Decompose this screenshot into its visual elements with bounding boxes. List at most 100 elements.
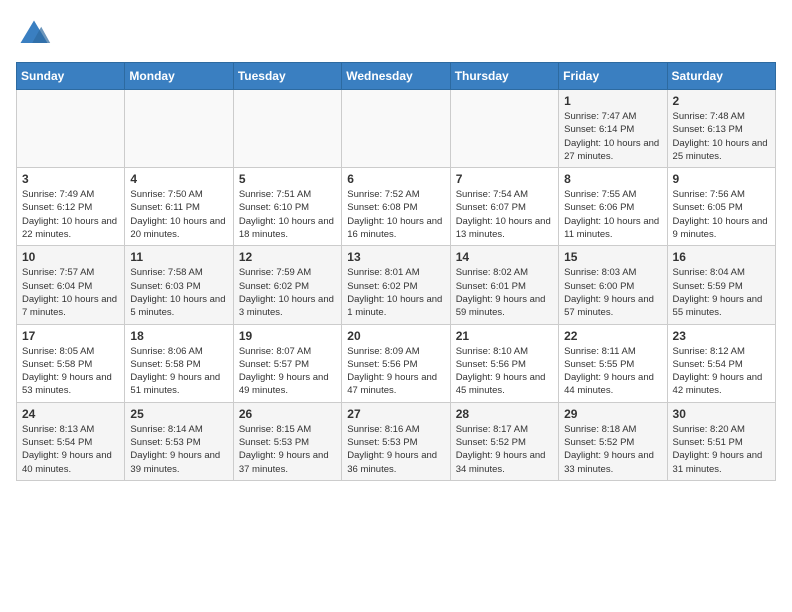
- calendar-cell: 17 Sunrise: 8:05 AM Sunset: 5:58 PM Dayli…: [17, 324, 125, 402]
- day-number: 13: [347, 250, 444, 264]
- day-number: 19: [239, 329, 336, 343]
- day-info: Sunrise: 7:47 AM Sunset: 6:14 PM Dayligh…: [564, 110, 661, 163]
- calendar-cell: 21Sunrise: 8:10 AM Sunset: 5:56 PM Dayli…: [450, 324, 558, 402]
- day-number: 8: [564, 172, 661, 186]
- weekday-header-monday: Monday: [125, 63, 233, 90]
- day-number: 28: [456, 407, 553, 421]
- calendar-cell: [17, 90, 125, 168]
- calendar-cell: 8 Sunrise: 7:55 AM Sunset: 6:06 PM Daylig…: [559, 168, 667, 246]
- day-info: Sunrise: 8:05 AM Sunset: 5:58 PM Dayligh…: [22, 345, 119, 398]
- calendar-cell: 5 Sunrise: 7:51 AM Sunset: 6:10 PM Daylig…: [233, 168, 341, 246]
- calendar-cell: [450, 90, 558, 168]
- calendar-cell: 7 Sunrise: 7:54 AM Sunset: 6:07 PM Daylig…: [450, 168, 558, 246]
- day-number: 4: [130, 172, 227, 186]
- day-info: Sunrise: 7:52 AM Sunset: 6:08 PM Dayligh…: [347, 188, 444, 241]
- day-info: Sunrise: 8:12 AM Sunset: 5:54 PM Dayligh…: [673, 345, 770, 398]
- calendar-cell: 29 Sunrise: 8:18 AM Sunset: 5:52 PM Dayli…: [559, 402, 667, 480]
- day-info: Sunrise: 7:57 AM Sunset: 6:04 PM Dayligh…: [22, 266, 119, 319]
- day-number: 18: [130, 329, 227, 343]
- day-info: Sunrise: 7:59 AM Sunset: 6:02 PM Dayligh…: [239, 266, 336, 319]
- calendar-cell: 13 Sunrise: 8:01 AM Sunset: 6:02 PM Dayli…: [342, 246, 450, 324]
- calendar-cell: [125, 90, 233, 168]
- calendar-week-1: 1Sunrise: 7:47 AM Sunset: 6:14 PM Daylig…: [17, 90, 776, 168]
- calendar-week-4: 17 Sunrise: 8:05 AM Sunset: 5:58 PM Dayli…: [17, 324, 776, 402]
- day-info: Sunrise: 8:01 AM Sunset: 6:02 PM Dayligh…: [347, 266, 444, 319]
- weekday-header-tuesday: Tuesday: [233, 63, 341, 90]
- day-info: Sunrise: 8:20 AM Sunset: 5:51 PM Dayligh…: [673, 423, 770, 476]
- calendar-cell: 25 Sunrise: 8:14 AM Sunset: 5:53 PM Dayli…: [125, 402, 233, 480]
- calendar-cell: 14 Sunrise: 8:02 AM Sunset: 6:01 PM Dayli…: [450, 246, 558, 324]
- calendar-cell: 22 Sunrise: 8:11 AM Sunset: 5:55 PM Dayli…: [559, 324, 667, 402]
- calendar-cell: 11Sunrise: 7:58 AM Sunset: 6:03 PM Dayli…: [125, 246, 233, 324]
- calendar-cell: 2Sunrise: 7:48 AM Sunset: 6:13 PM Daylig…: [667, 90, 775, 168]
- day-info: Sunrise: 8:11 AM Sunset: 5:55 PM Dayligh…: [564, 345, 661, 398]
- calendar-cell: 23 Sunrise: 8:12 AM Sunset: 5:54 PM Dayli…: [667, 324, 775, 402]
- day-info: Sunrise: 8:17 AM Sunset: 5:52 PM Dayligh…: [456, 423, 553, 476]
- calendar-week-5: 24 Sunrise: 8:13 AM Sunset: 5:54 PM Dayli…: [17, 402, 776, 480]
- day-info: Sunrise: 8:10 AM Sunset: 5:56 PM Dayligh…: [456, 345, 553, 398]
- weekday-header-row: SundayMondayTuesdayWednesdayThursdayFrid…: [17, 63, 776, 90]
- calendar-cell: 10 Sunrise: 7:57 AM Sunset: 6:04 PM Dayli…: [17, 246, 125, 324]
- day-info: Sunrise: 7:49 AM Sunset: 6:12 PM Dayligh…: [22, 188, 119, 241]
- calendar-cell: 26Sunrise: 8:15 AM Sunset: 5:53 PM Dayli…: [233, 402, 341, 480]
- day-number: 7: [456, 172, 553, 186]
- calendar-week-2: 3Sunrise: 7:49 AM Sunset: 6:12 PM Daylig…: [17, 168, 776, 246]
- day-info: Sunrise: 7:54 AM Sunset: 6:07 PM Dayligh…: [456, 188, 553, 241]
- weekday-header-sunday: Sunday: [17, 63, 125, 90]
- day-info: Sunrise: 8:07 AM Sunset: 5:57 PM Dayligh…: [239, 345, 336, 398]
- calendar-cell: 9Sunrise: 7:56 AM Sunset: 6:05 PM Daylig…: [667, 168, 775, 246]
- day-number: 25: [130, 407, 227, 421]
- day-info: Sunrise: 7:55 AM Sunset: 6:06 PM Dayligh…: [564, 188, 661, 241]
- logo: [16, 16, 58, 52]
- calendar-header: SundayMondayTuesdayWednesdayThursdayFrid…: [17, 63, 776, 90]
- weekday-header-wednesday: Wednesday: [342, 63, 450, 90]
- day-number: 2: [673, 94, 770, 108]
- day-number: 12: [239, 250, 336, 264]
- logo-icon: [16, 16, 52, 52]
- calendar-cell: 1Sunrise: 7:47 AM Sunset: 6:14 PM Daylig…: [559, 90, 667, 168]
- day-number: 22: [564, 329, 661, 343]
- calendar-cell: 19 Sunrise: 8:07 AM Sunset: 5:57 PM Dayli…: [233, 324, 341, 402]
- calendar-cell: 18 Sunrise: 8:06 AM Sunset: 5:58 PM Dayli…: [125, 324, 233, 402]
- day-number: 10: [22, 250, 119, 264]
- day-info: Sunrise: 8:16 AM Sunset: 5:53 PM Dayligh…: [347, 423, 444, 476]
- day-number: 26: [239, 407, 336, 421]
- day-info: Sunrise: 7:50 AM Sunset: 6:11 PM Dayligh…: [130, 188, 227, 241]
- calendar-cell: 16 Sunrise: 8:04 AM Sunset: 5:59 PM Dayli…: [667, 246, 775, 324]
- day-number: 23: [673, 329, 770, 343]
- calendar-week-3: 10 Sunrise: 7:57 AM Sunset: 6:04 PM Dayli…: [17, 246, 776, 324]
- day-info: Sunrise: 8:03 AM Sunset: 6:00 PM Dayligh…: [564, 266, 661, 319]
- day-number: 24: [22, 407, 119, 421]
- day-number: 17: [22, 329, 119, 343]
- calendar-cell: 4 Sunrise: 7:50 AM Sunset: 6:11 PM Daylig…: [125, 168, 233, 246]
- day-info: Sunrise: 7:56 AM Sunset: 6:05 PM Dayligh…: [673, 188, 770, 241]
- calendar-cell: 20 Sunrise: 8:09 AM Sunset: 5:56 PM Dayli…: [342, 324, 450, 402]
- day-number: 11: [130, 250, 227, 264]
- day-info: Sunrise: 7:51 AM Sunset: 6:10 PM Dayligh…: [239, 188, 336, 241]
- weekday-header-thursday: Thursday: [450, 63, 558, 90]
- day-info: Sunrise: 8:18 AM Sunset: 5:52 PM Dayligh…: [564, 423, 661, 476]
- weekday-header-friday: Friday: [559, 63, 667, 90]
- calendar-cell: 15Sunrise: 8:03 AM Sunset: 6:00 PM Dayli…: [559, 246, 667, 324]
- day-number: 30: [673, 407, 770, 421]
- day-number: 29: [564, 407, 661, 421]
- day-number: 16: [673, 250, 770, 264]
- calendar-cell: 30 Sunrise: 8:20 AM Sunset: 5:51 PM Dayli…: [667, 402, 775, 480]
- day-info: Sunrise: 8:09 AM Sunset: 5:56 PM Dayligh…: [347, 345, 444, 398]
- day-info: Sunrise: 8:04 AM Sunset: 5:59 PM Dayligh…: [673, 266, 770, 319]
- day-info: Sunrise: 8:06 AM Sunset: 5:58 PM Dayligh…: [130, 345, 227, 398]
- calendar-cell: 3Sunrise: 7:49 AM Sunset: 6:12 PM Daylig…: [17, 168, 125, 246]
- day-info: Sunrise: 8:02 AM Sunset: 6:01 PM Dayligh…: [456, 266, 553, 319]
- calendar-cell: 24 Sunrise: 8:13 AM Sunset: 5:54 PM Dayli…: [17, 402, 125, 480]
- day-number: 14: [456, 250, 553, 264]
- day-number: 20: [347, 329, 444, 343]
- calendar-cell: 27 Sunrise: 8:16 AM Sunset: 5:53 PM Dayli…: [342, 402, 450, 480]
- calendar-cell: 12 Sunrise: 7:59 AM Sunset: 6:02 PM Dayli…: [233, 246, 341, 324]
- day-number: 5: [239, 172, 336, 186]
- header: [16, 16, 776, 52]
- day-number: 27: [347, 407, 444, 421]
- day-info: Sunrise: 8:14 AM Sunset: 5:53 PM Dayligh…: [130, 423, 227, 476]
- day-info: Sunrise: 8:13 AM Sunset: 5:54 PM Dayligh…: [22, 423, 119, 476]
- calendar-cell: 6Sunrise: 7:52 AM Sunset: 6:08 PM Daylig…: [342, 168, 450, 246]
- calendar-body: 1Sunrise: 7:47 AM Sunset: 6:14 PM Daylig…: [17, 90, 776, 481]
